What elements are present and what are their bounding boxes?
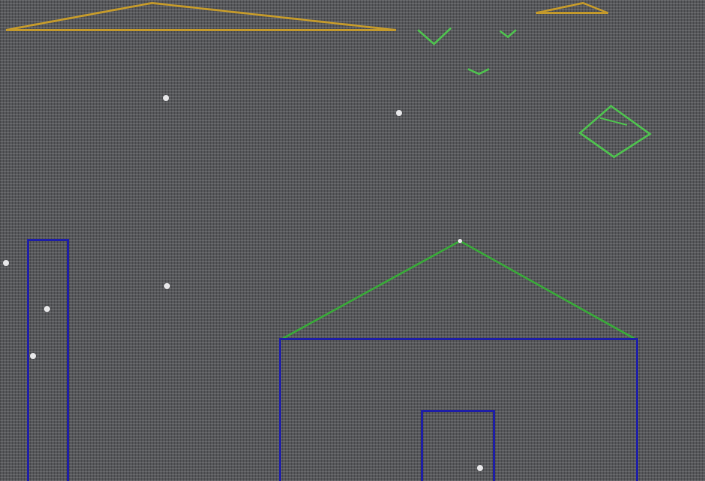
star (458, 239, 462, 243)
star (163, 95, 169, 101)
star (3, 260, 9, 266)
mountain-right (535, 1, 609, 14)
star (164, 283, 170, 289)
star (396, 110, 402, 116)
bird-2 (499, 29, 517, 39)
star (44, 306, 50, 312)
star (30, 353, 36, 359)
stars (3, 95, 483, 471)
house-door (421, 410, 495, 481)
bird-1 (417, 27, 452, 46)
tower (27, 239, 69, 481)
star (477, 465, 483, 471)
kite-inner (599, 117, 628, 126)
house-roof (279, 239, 638, 341)
mountain-left (5, 1, 397, 31)
kite (578, 104, 652, 159)
bird-3 (467, 68, 490, 76)
game-viewport[interactable] (0, 0, 705, 481)
scene-layer (3, 1, 652, 481)
